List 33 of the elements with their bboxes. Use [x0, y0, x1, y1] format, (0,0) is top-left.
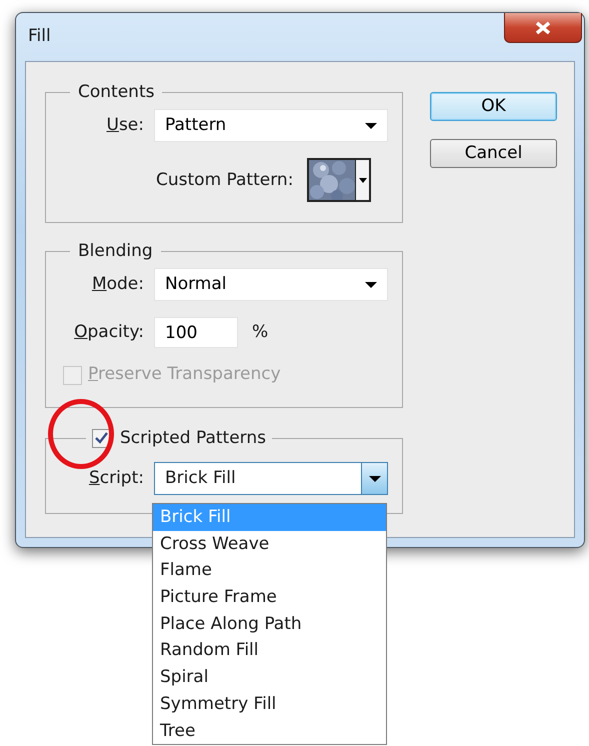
dropdown-option[interactable]: Place Along Path — [153, 610, 386, 638]
dropdown-option[interactable]: Tree — [153, 718, 386, 744]
dropdown-option[interactable]: Spiral — [153, 664, 386, 691]
check-icon — [94, 431, 109, 446]
dialog-button[interactable]: Cancel — [430, 139, 557, 168]
field-label: Mode: — [92, 274, 144, 294]
close-icon — [535, 20, 551, 34]
dropdown-option[interactable]: Picture Frame — [153, 584, 386, 611]
field-label: Script: — [88, 468, 144, 488]
group-title: Contents — [77, 82, 156, 102]
caret-icon — [368, 476, 380, 482]
dropdown-option[interactable]: Symmetry Fill — [153, 690, 386, 718]
field-label: Custom Pattern: — [156, 168, 294, 192]
field-label: Opacity: — [74, 322, 144, 342]
group-title: Blending — [77, 241, 154, 262]
use-dropdown[interactable]: Pattern — [154, 109, 388, 142]
close-button[interactable] — [504, 13, 582, 43]
window-title: Fill — [28, 25, 51, 48]
caret-icon — [358, 178, 367, 183]
dialog-button[interactable]: OK — [430, 92, 557, 121]
unit-label: % — [252, 321, 268, 344]
pattern-picker[interactable] — [307, 158, 372, 202]
mode-dropdown[interactable]: Normal — [154, 268, 388, 302]
field-label: Use: — [106, 115, 144, 136]
checkbox-label[interactable]: Scripted Patterns — [120, 428, 266, 448]
dropdown-option[interactable]: Flame — [153, 557, 386, 584]
dropdown-option[interactable]: Random Fill — [153, 637, 386, 664]
dropdown-option[interactable]: Cross Weave — [153, 530, 386, 558]
script-dropdown[interactable]: Brick Fill — [154, 462, 388, 496]
opacity-field[interactable]: 100 — [154, 317, 238, 348]
highlight-circle — [48, 399, 114, 469]
caret-icon — [365, 122, 377, 129]
caret-icon — [365, 282, 377, 288]
